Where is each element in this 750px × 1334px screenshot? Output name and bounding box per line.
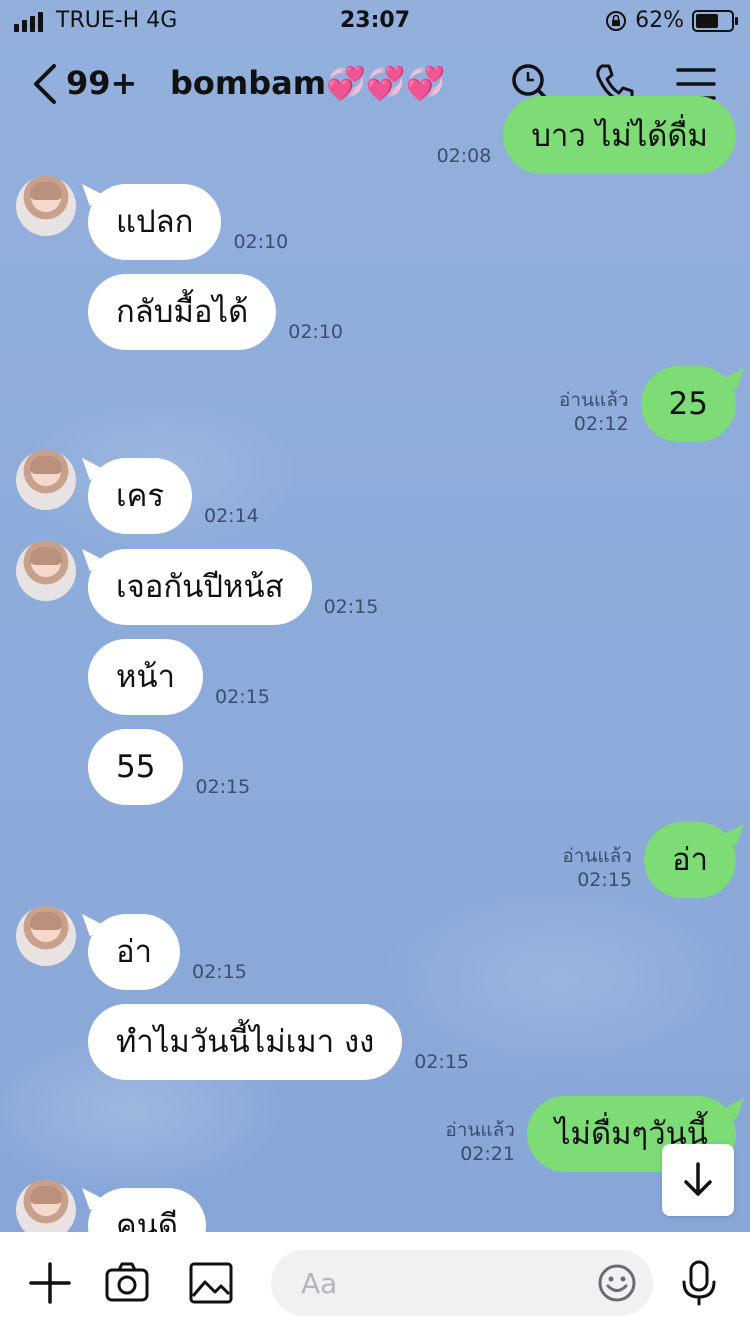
read-receipt: อ่านแล้ว	[562, 845, 632, 867]
back-chevron-icon[interactable]	[26, 62, 66, 106]
message-time: 02:12	[573, 413, 629, 435]
message-row-in: ทำไมวันนี้ไม่เมา งง 02:15	[88, 1004, 469, 1080]
message-bubble-in[interactable]: แปลก	[88, 184, 222, 260]
message-time: 02:15	[192, 961, 247, 983]
message-time: 02:14	[203, 505, 259, 527]
contact-avatar[interactable]	[16, 541, 76, 601]
battery-icon	[692, 9, 738, 32]
message-row-out: 02:08 บาว ไม่ได้ดื่ม	[437, 96, 736, 174]
battery-percent: 62%	[635, 8, 684, 33]
message-bubble-in[interactable]: ทำไมวันนี้ไม่เมา งง	[88, 1004, 403, 1080]
contact-avatar[interactable]	[16, 906, 76, 966]
message-bubble-out[interactable]: บาว ไม่ได้ดื่ม	[503, 96, 736, 174]
message-time: 02:21	[460, 1143, 515, 1165]
image-icon[interactable]	[188, 1260, 234, 1306]
message-row-in: เคร 02:14	[88, 458, 259, 534]
message-time: 02:15	[414, 1051, 470, 1073]
status-bar: TRUE-H 4G 23:07 62%	[0, 0, 750, 44]
message-row-in: กลับมื้อได้ 02:10	[88, 274, 343, 350]
unread-count[interactable]: 99+	[66, 64, 137, 102]
message-time: 02:15	[195, 776, 251, 798]
emoji-icon[interactable]	[597, 1263, 637, 1303]
contact-avatar[interactable]	[16, 450, 76, 510]
plus-icon[interactable]	[27, 1260, 73, 1306]
message-bubble-in[interactable]: เจอกันปีหน้ส	[88, 549, 312, 625]
read-receipt: อ่านแล้ว	[445, 1119, 515, 1141]
message-row-in: 55 02:15	[88, 729, 250, 805]
message-bubble-in[interactable]: 55	[88, 729, 184, 805]
message-row-in: อ่า 02:15	[88, 914, 247, 990]
message-row-in: หน้า 02:15	[88, 639, 270, 715]
message-time: 02:08	[436, 145, 492, 167]
orientation-lock-icon	[606, 10, 627, 31]
message-row-out: อ่านแล้ว 02:12 25	[559, 366, 736, 442]
message-bubble-in[interactable]: หน้า	[88, 639, 204, 715]
camera-icon[interactable]	[104, 1260, 150, 1306]
contact-name[interactable]: bombam💞💞💞	[170, 64, 446, 102]
scroll-down-arrow-icon	[684, 1162, 712, 1196]
message-bubble-in[interactable]: อ่า	[88, 914, 181, 990]
message-time: 02:15	[215, 686, 270, 708]
read-receipt: อ่านแล้ว	[558, 389, 629, 411]
contact-avatar[interactable]	[16, 176, 76, 236]
message-input[interactable]: Aa	[271, 1250, 653, 1316]
message-bubble-in[interactable]: เคร	[88, 458, 192, 534]
message-row-out: อ่านแล้ว 02:15 อ่า	[562, 822, 736, 898]
message-bubble-in[interactable]: กลับมื้อได้	[88, 274, 277, 350]
message-composer-bar: Aa	[0, 1232, 750, 1334]
message-bubble-out[interactable]: อ่า	[643, 822, 736, 898]
contact-avatar[interactable]	[16, 1180, 76, 1240]
message-time: 02:10	[288, 321, 343, 343]
message-row-in: เจอกันปีหน้ส 02:15	[88, 549, 378, 625]
message-time: 02:10	[233, 231, 289, 253]
microphone-icon[interactable]	[676, 1260, 722, 1306]
message-time: 02:15	[323, 596, 379, 618]
scroll-down-button[interactable]	[662, 1144, 734, 1216]
message-bubble-out[interactable]: 25	[640, 366, 736, 442]
message-time: 02:15	[577, 869, 632, 891]
message-input-placeholder: Aa	[301, 1267, 338, 1300]
message-row-in: แปลก 02:10	[88, 184, 288, 260]
